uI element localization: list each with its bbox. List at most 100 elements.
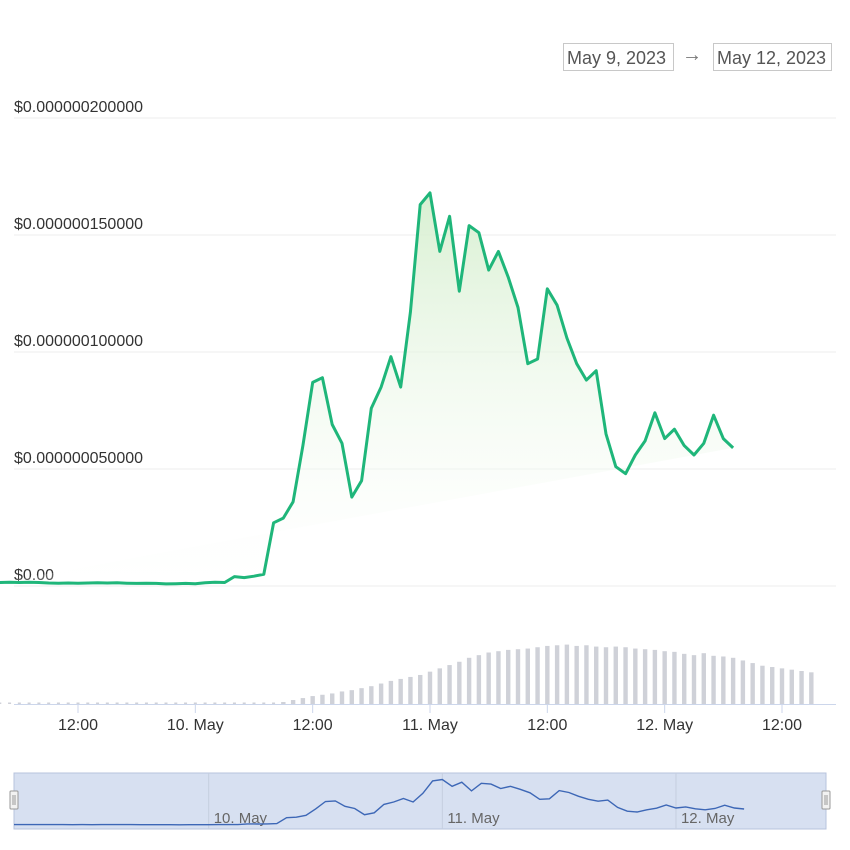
volume-bar [310,696,315,704]
volume-bar [369,686,374,704]
volume-bar [525,648,530,704]
volume-bar [721,656,726,704]
volume-bar [320,694,325,704]
x-tick-label: 10. May [167,717,224,734]
volume-bar [633,648,638,704]
volume-bar [330,693,335,704]
volume-bar [789,669,794,704]
volume-bar [184,702,188,704]
volume-bar [730,657,736,704]
volume-bar [164,702,168,704]
navigator-handle-left[interactable] [9,790,19,810]
volume-bar [770,667,775,704]
volume-bar [515,649,521,704]
x-tick-label: 11. May [402,717,458,734]
volume-bar [203,702,207,704]
x-tick-label: 12:00 [58,717,98,734]
volume-bar [564,644,570,704]
volume-bar [242,702,246,704]
volume-bar [594,646,599,704]
volume-bar [223,702,227,704]
volume-bar [144,702,148,704]
volume-bars [0,644,814,704]
volume-bar [799,671,804,704]
volume-bar [125,702,129,704]
volume-bar [300,698,306,704]
navigator-date-label: 11. May [447,810,500,827]
volume-bar [506,649,511,704]
volume-bar [0,702,2,704]
x-tick-label: 12:00 [762,717,802,734]
volume-bar [418,674,423,704]
volume-bar [613,646,618,704]
volume-bar [652,649,658,704]
volume-bar [642,649,648,704]
volume-bar [262,702,266,704]
volume-bar [662,651,667,704]
volume-bar [388,680,394,704]
volume-bar [213,702,217,704]
volume-bar [496,651,501,704]
volume-bar [779,668,785,704]
volume-bar [339,691,345,704]
navigator-date-label: 12. May [681,810,735,827]
volume-bar [691,655,697,704]
volume-bar [232,702,236,704]
volume-bar [290,700,296,704]
volume-bar [486,652,491,704]
volume-bar [47,702,51,704]
price-line [0,191,735,586]
volume-bar [466,657,472,704]
volume-bar [545,645,550,704]
volume-bar [535,647,540,704]
volume-bar [711,655,716,704]
volume-bar [27,702,31,704]
navigator[interactable]: 10. May 11. May 12. May [9,772,831,830]
x-tick-label: 12:00 [527,717,567,734]
volume-bar [554,645,560,704]
volume-bar [135,702,139,704]
price-area-fill [0,192,734,584]
volume-bar [574,645,579,704]
volume-bar [623,647,628,704]
volume-bar [672,651,677,704]
y-tick-label: $0.000000100000 [14,333,143,350]
x-axis: 12:00 10. May 12:00 11. May 12:00 12. May 12:0… [14,704,836,734]
y-tick-label: $0.000000200000 [14,99,143,116]
x-tick-label: 12:00 [293,717,333,734]
volume-bar [86,702,90,704]
volume-bar [760,665,765,704]
volume-bar [437,668,442,704]
volume-bar [154,702,158,704]
volume-bar [584,645,589,704]
volume-bar [37,702,41,704]
volume-bar [447,665,452,704]
volume-bar [457,661,462,704]
y-tick-label: $0.000000050000 [14,450,143,467]
volume-bar [359,688,364,704]
volume-bar [281,702,286,704]
volume-bar [96,702,100,704]
volume-bar [193,702,197,704]
volume-bar [682,653,687,704]
volume-bar [272,702,276,704]
price-chart: $0.00$0.000000050000$0.000000100000$0.00… [0,99,836,830]
price-area [0,191,735,586]
volume-bar [427,671,433,704]
volume-bar [408,676,413,704]
volume-bar [115,702,119,704]
navigator-handle-right[interactable] [821,790,831,810]
volume-bar [66,702,70,704]
volume-bar [603,647,609,704]
volume-bar [105,702,109,704]
volume-bar [174,702,178,704]
y-axis-labels: $0.00$0.000000050000$0.000000100000$0.00… [14,99,143,584]
volume-bar [56,702,60,704]
volume-bar [740,660,746,704]
volume-bar [17,702,21,704]
volume-bar [378,683,384,704]
volume-bar [476,655,482,704]
volume-bar [8,702,12,704]
volume-bar [76,702,80,704]
volume-bar [750,663,755,704]
